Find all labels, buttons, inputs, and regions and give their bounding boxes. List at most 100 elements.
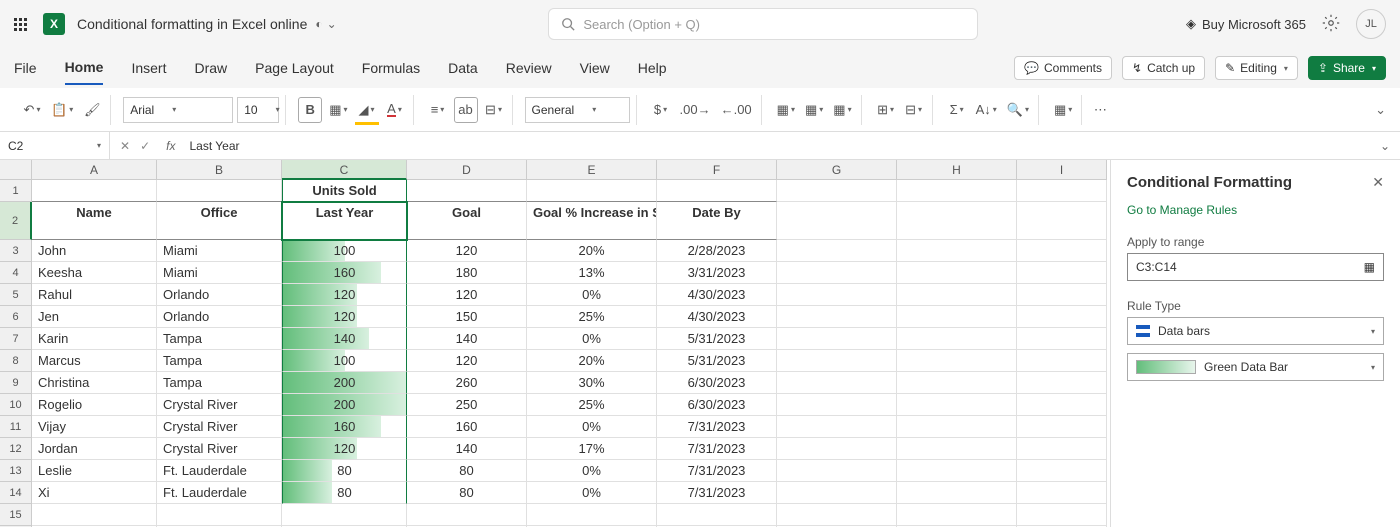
col-header-D[interactable]: D <box>407 160 527 180</box>
cell-E14[interactable]: 0% <box>527 482 657 504</box>
cell-H1[interactable] <box>897 180 1017 202</box>
cell-B5[interactable]: Orlando <box>157 284 282 306</box>
cell-C9[interactable]: 200 <box>282 372 407 394</box>
cell-E6[interactable]: 25% <box>527 306 657 328</box>
cell-F9[interactable]: 6/30/2023 <box>657 372 777 394</box>
row-header-14[interactable]: 14 <box>0 482 32 504</box>
cell-A2[interactable]: Name <box>32 202 157 240</box>
range-picker-icon[interactable]: ▦ <box>1364 260 1375 274</box>
cell-G14[interactable] <box>777 482 897 504</box>
formulabar-expand-button[interactable]: ⌄ <box>1370 139 1400 153</box>
row-header-3[interactable]: 3 <box>0 240 32 262</box>
cell-B3[interactable]: Miami <box>157 240 282 262</box>
cell-I3[interactable] <box>1017 240 1107 262</box>
row-header-9[interactable]: 9 <box>0 372 32 394</box>
cell-D8[interactable]: 120 <box>407 350 527 372</box>
tab-home[interactable]: Home <box>65 51 104 85</box>
font-color-button[interactable]: A▾ <box>383 97 407 123</box>
cell-G13[interactable] <box>777 460 897 482</box>
name-box[interactable]: C2▾ <box>0 132 110 159</box>
cell-H13[interactable] <box>897 460 1017 482</box>
cell-D12[interactable]: 140 <box>407 438 527 460</box>
row-header-7[interactable]: 7 <box>0 328 32 350</box>
title-chevron-icon[interactable]: ⌄ <box>327 17 337 31</box>
col-header-A[interactable]: A <box>32 160 157 180</box>
font-name-select[interactable]: Arial▾ <box>123 97 233 123</box>
cell-I12[interactable] <box>1017 438 1107 460</box>
row-header-10[interactable]: 10 <box>0 394 32 416</box>
cell-H3[interactable] <box>897 240 1017 262</box>
cell-C13[interactable]: 80 <box>282 460 407 482</box>
cell-A13[interactable]: Leslie <box>32 460 157 482</box>
cell-C15[interactable] <box>282 504 407 526</box>
tab-view[interactable]: View <box>580 52 610 84</box>
settings-icon[interactable] <box>1322 14 1340 35</box>
cell-C6[interactable]: 120 <box>282 306 407 328</box>
cell-H14[interactable] <box>897 482 1017 504</box>
cell-E13[interactable]: 0% <box>527 460 657 482</box>
cell-B13[interactable]: Ft. Lauderdale <box>157 460 282 482</box>
col-header-F[interactable]: F <box>657 160 777 180</box>
cell-B7[interactable]: Tampa <box>157 328 282 350</box>
undo-button[interactable]: ↶▾ <box>20 97 44 123</box>
format-painter-button[interactable]: 🖌 <box>80 97 104 123</box>
cell-F3[interactable]: 2/28/2023 <box>657 240 777 262</box>
cell-F2[interactable]: Date By <box>657 202 777 240</box>
share-button[interactable]: ⇪Share▾ <box>1308 56 1386 80</box>
cell-I11[interactable] <box>1017 416 1107 438</box>
tab-review[interactable]: Review <box>506 52 552 84</box>
cell-D7[interactable]: 140 <box>407 328 527 350</box>
cell-C4[interactable]: 160 <box>282 262 407 284</box>
cell-A6[interactable]: Jen <box>32 306 157 328</box>
cell-G8[interactable] <box>777 350 897 372</box>
merge-button[interactable]: ⊟▾ <box>482 97 506 123</box>
cell-I5[interactable] <box>1017 284 1107 306</box>
cell-I13[interactable] <box>1017 460 1107 482</box>
cell-C8[interactable]: 100 <box>282 350 407 372</box>
cell-B11[interactable]: Crystal River <box>157 416 282 438</box>
cell-C11[interactable]: 160 <box>282 416 407 438</box>
tab-insert[interactable]: Insert <box>131 52 166 84</box>
select-all-corner[interactable] <box>0 160 32 180</box>
insert-cells-button[interactable]: ⊞▾ <box>874 97 898 123</box>
cell-B8[interactable]: Tampa <box>157 350 282 372</box>
cell-B9[interactable]: Tampa <box>157 372 282 394</box>
cell-A3[interactable]: John <box>32 240 157 262</box>
cell-H5[interactable] <box>897 284 1017 306</box>
cell-I9[interactable] <box>1017 372 1107 394</box>
row-header-6[interactable]: 6 <box>0 306 32 328</box>
conditional-format-button[interactable]: ▦▾ <box>774 97 798 123</box>
col-header-E[interactable]: E <box>527 160 657 180</box>
cell-A9[interactable]: Christina <box>32 372 157 394</box>
cell-A1[interactable] <box>32 180 157 202</box>
cell-H15[interactable] <box>897 504 1017 526</box>
cell-B1[interactable] <box>157 180 282 202</box>
cell-E10[interactable]: 25% <box>527 394 657 416</box>
cell-A15[interactable] <box>32 504 157 526</box>
user-avatar[interactable]: JL <box>1356 9 1386 39</box>
tab-file[interactable]: File <box>14 52 37 84</box>
cell-E2[interactable]: Goal % Increase in Sales <box>527 202 657 240</box>
cell-F13[interactable]: 7/31/2023 <box>657 460 777 482</box>
cell-A5[interactable]: Rahul <box>32 284 157 306</box>
cell-G11[interactable] <box>777 416 897 438</box>
cell-F11[interactable]: 7/31/2023 <box>657 416 777 438</box>
cell-I14[interactable] <box>1017 482 1107 504</box>
cell-F6[interactable]: 4/30/2023 <box>657 306 777 328</box>
cell-G10[interactable] <box>777 394 897 416</box>
cell-D3[interactable]: 120 <box>407 240 527 262</box>
cell-H4[interactable] <box>897 262 1017 284</box>
tab-formulas[interactable]: Formulas <box>362 52 420 84</box>
cell-C1[interactable]: Units Sold <box>282 180 407 202</box>
close-icon[interactable]: ✕ <box>1372 174 1384 191</box>
cell-A8[interactable]: Marcus <box>32 350 157 372</box>
cell-B2[interactable]: Office <box>157 202 282 240</box>
cell-G2[interactable] <box>777 202 897 240</box>
cell-E9[interactable]: 30% <box>527 372 657 394</box>
cell-G1[interactable] <box>777 180 897 202</box>
row-header-13[interactable]: 13 <box>0 460 32 482</box>
cell-F7[interactable]: 5/31/2023 <box>657 328 777 350</box>
cell-I10[interactable] <box>1017 394 1107 416</box>
bold-button[interactable]: B <box>298 97 322 123</box>
col-header-B[interactable]: B <box>157 160 282 180</box>
